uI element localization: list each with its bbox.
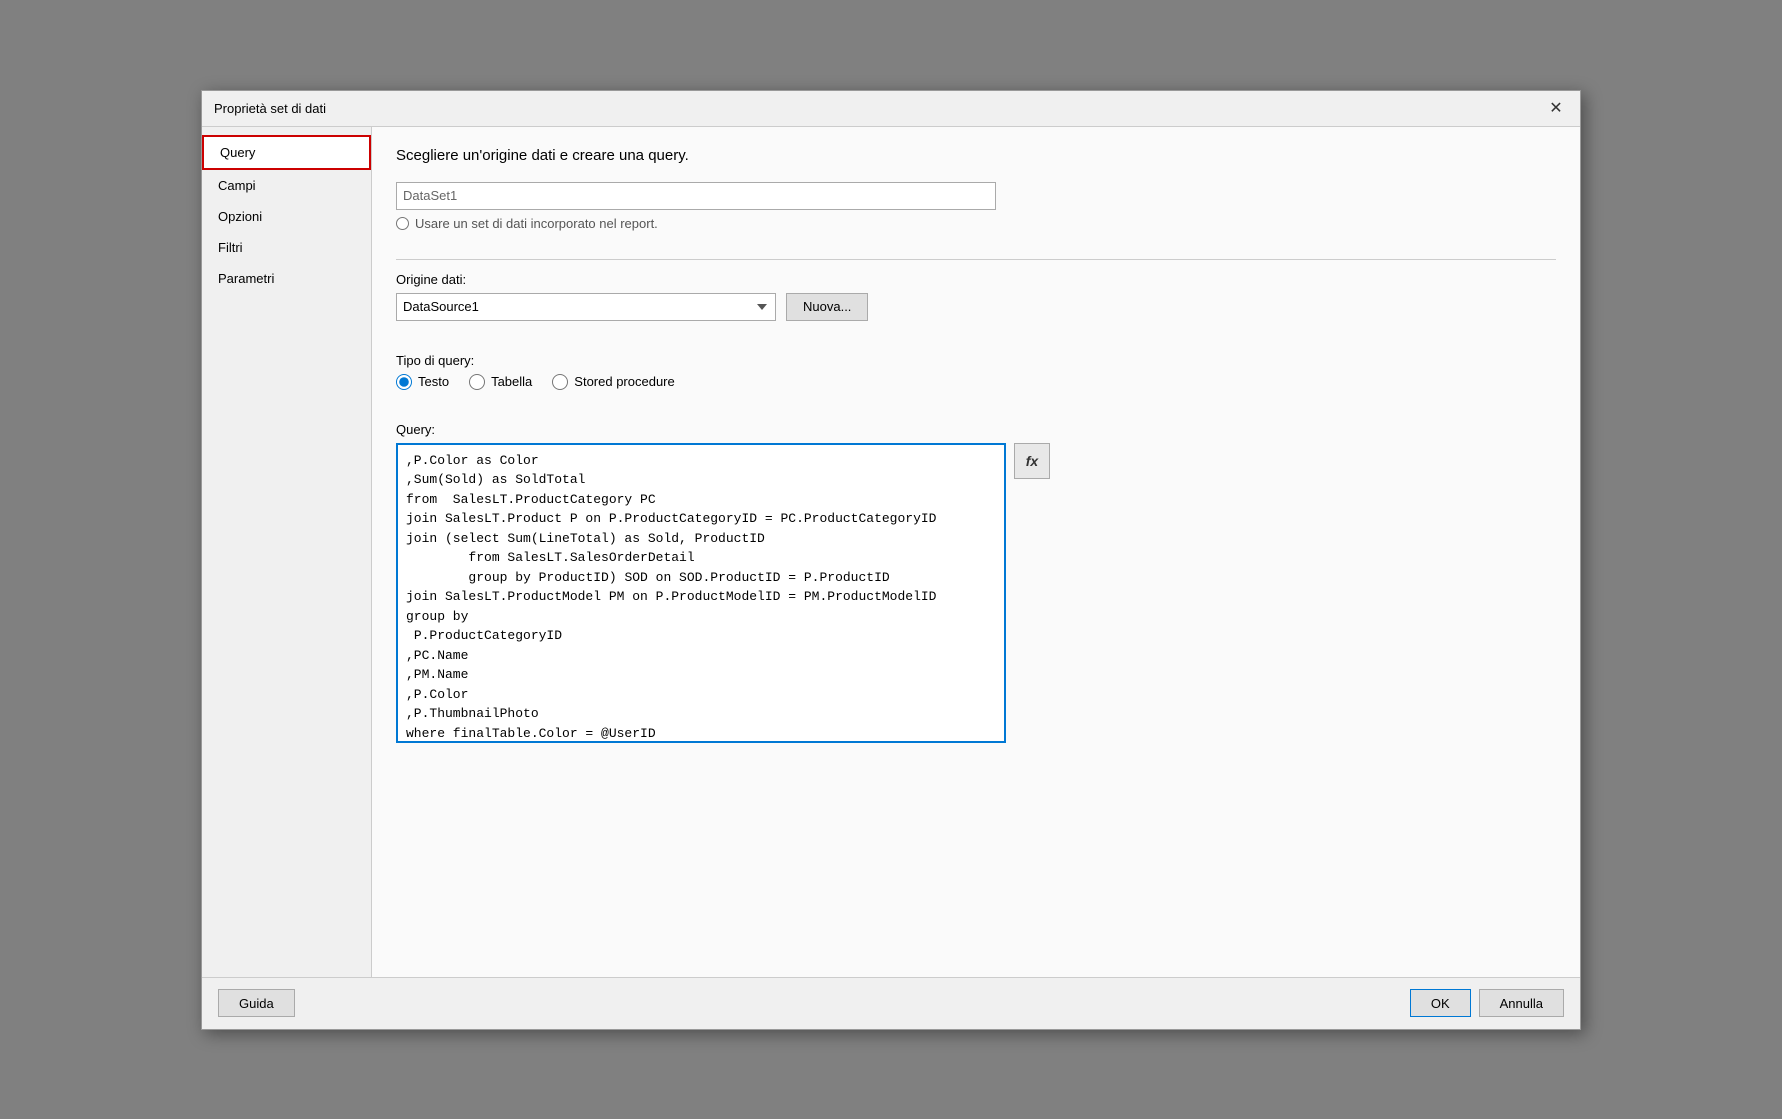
query-area-wrapper: ,P.Color as Color ,Sum(Sold) as SoldTota… xyxy=(396,443,1556,743)
dialog-title: Proprietà set di dati xyxy=(214,101,326,116)
radio-testo[interactable] xyxy=(396,374,412,390)
dataset-input[interactable] xyxy=(396,182,996,210)
sidebar-item-query[interactable]: Query xyxy=(202,135,371,170)
radio-stored[interactable] xyxy=(552,374,568,390)
ok-button[interactable]: OK xyxy=(1410,989,1471,1017)
annulla-button[interactable]: Annulla xyxy=(1479,989,1564,1017)
separator1 xyxy=(396,259,1556,260)
query-type-label: Tipo di query: xyxy=(396,353,1556,368)
embedded-radio-row: Usare un set di dati incorporato nel rep… xyxy=(396,216,1556,231)
close-button[interactable]: ✕ xyxy=(1544,96,1568,120)
radio-option-tabella[interactable]: Tabella xyxy=(469,374,532,390)
sidebar: Query Campi Opzioni Filtri Parametri xyxy=(202,127,372,977)
datasource-select[interactable]: DataSource1 xyxy=(396,293,776,321)
query-textarea[interactable]: ,P.Color as Color ,Sum(Sold) as SoldTota… xyxy=(396,443,1006,743)
query-section: Query: ,P.Color as Color ,Sum(Sold) as S… xyxy=(396,422,1556,957)
radio-testo-label: Testo xyxy=(418,374,449,389)
footer-right: OK Annulla xyxy=(1410,989,1564,1017)
sidebar-item-opzioni[interactable]: Opzioni xyxy=(202,201,371,232)
fx-button[interactable]: fx xyxy=(1014,443,1050,479)
radio-tabella[interactable] xyxy=(469,374,485,390)
datasource-row: DataSource1 Nuova... xyxy=(396,293,1556,321)
titlebar: Proprietà set di dati ✕ xyxy=(202,91,1580,127)
dialog-footer: Guida OK Annulla xyxy=(202,977,1580,1029)
radio-option-stored[interactable]: Stored procedure xyxy=(552,374,674,390)
main-content: Scegliere un'origine dati e creare una q… xyxy=(372,127,1580,977)
radio-option-testo[interactable]: Testo xyxy=(396,374,449,390)
sidebar-item-campi[interactable]: Campi xyxy=(202,170,371,201)
datasource-label: Origine dati: xyxy=(396,272,1556,287)
embedded-radio[interactable] xyxy=(396,217,409,230)
datasource-form-row: Origine dati: DataSource1 Nuova... xyxy=(396,272,1556,337)
main-scrollable: Scegliere un'origine dati e creare una q… xyxy=(372,127,1580,977)
section-title: Scegliere un'origine dati e creare una q… xyxy=(396,147,1556,164)
query-type-form-row: Tipo di query: Testo Tabella Stored p xyxy=(396,353,1556,406)
nuova-button[interactable]: Nuova... xyxy=(786,293,868,321)
footer-left: Guida xyxy=(218,989,295,1017)
sidebar-item-parametri[interactable]: Parametri xyxy=(202,263,371,294)
dialog-body: Query Campi Opzioni Filtri Parametri Sce… xyxy=(202,127,1580,977)
query-type-row: Testo Tabella Stored procedure xyxy=(396,374,1556,390)
radio-stored-label: Stored procedure xyxy=(574,374,674,389)
dataset-row: Usare un set di dati incorporato nel rep… xyxy=(396,182,1556,231)
radio-tabella-label: Tabella xyxy=(491,374,532,389)
datasource-select-wrapper: DataSource1 xyxy=(396,293,776,321)
embedded-radio-label: Usare un set di dati incorporato nel rep… xyxy=(415,216,658,231)
query-label: Query: xyxy=(396,422,1556,437)
sidebar-item-filtri[interactable]: Filtri xyxy=(202,232,371,263)
guida-button[interactable]: Guida xyxy=(218,989,295,1017)
dialog: Proprietà set di dati ✕ Query Campi Opzi… xyxy=(201,90,1581,1030)
